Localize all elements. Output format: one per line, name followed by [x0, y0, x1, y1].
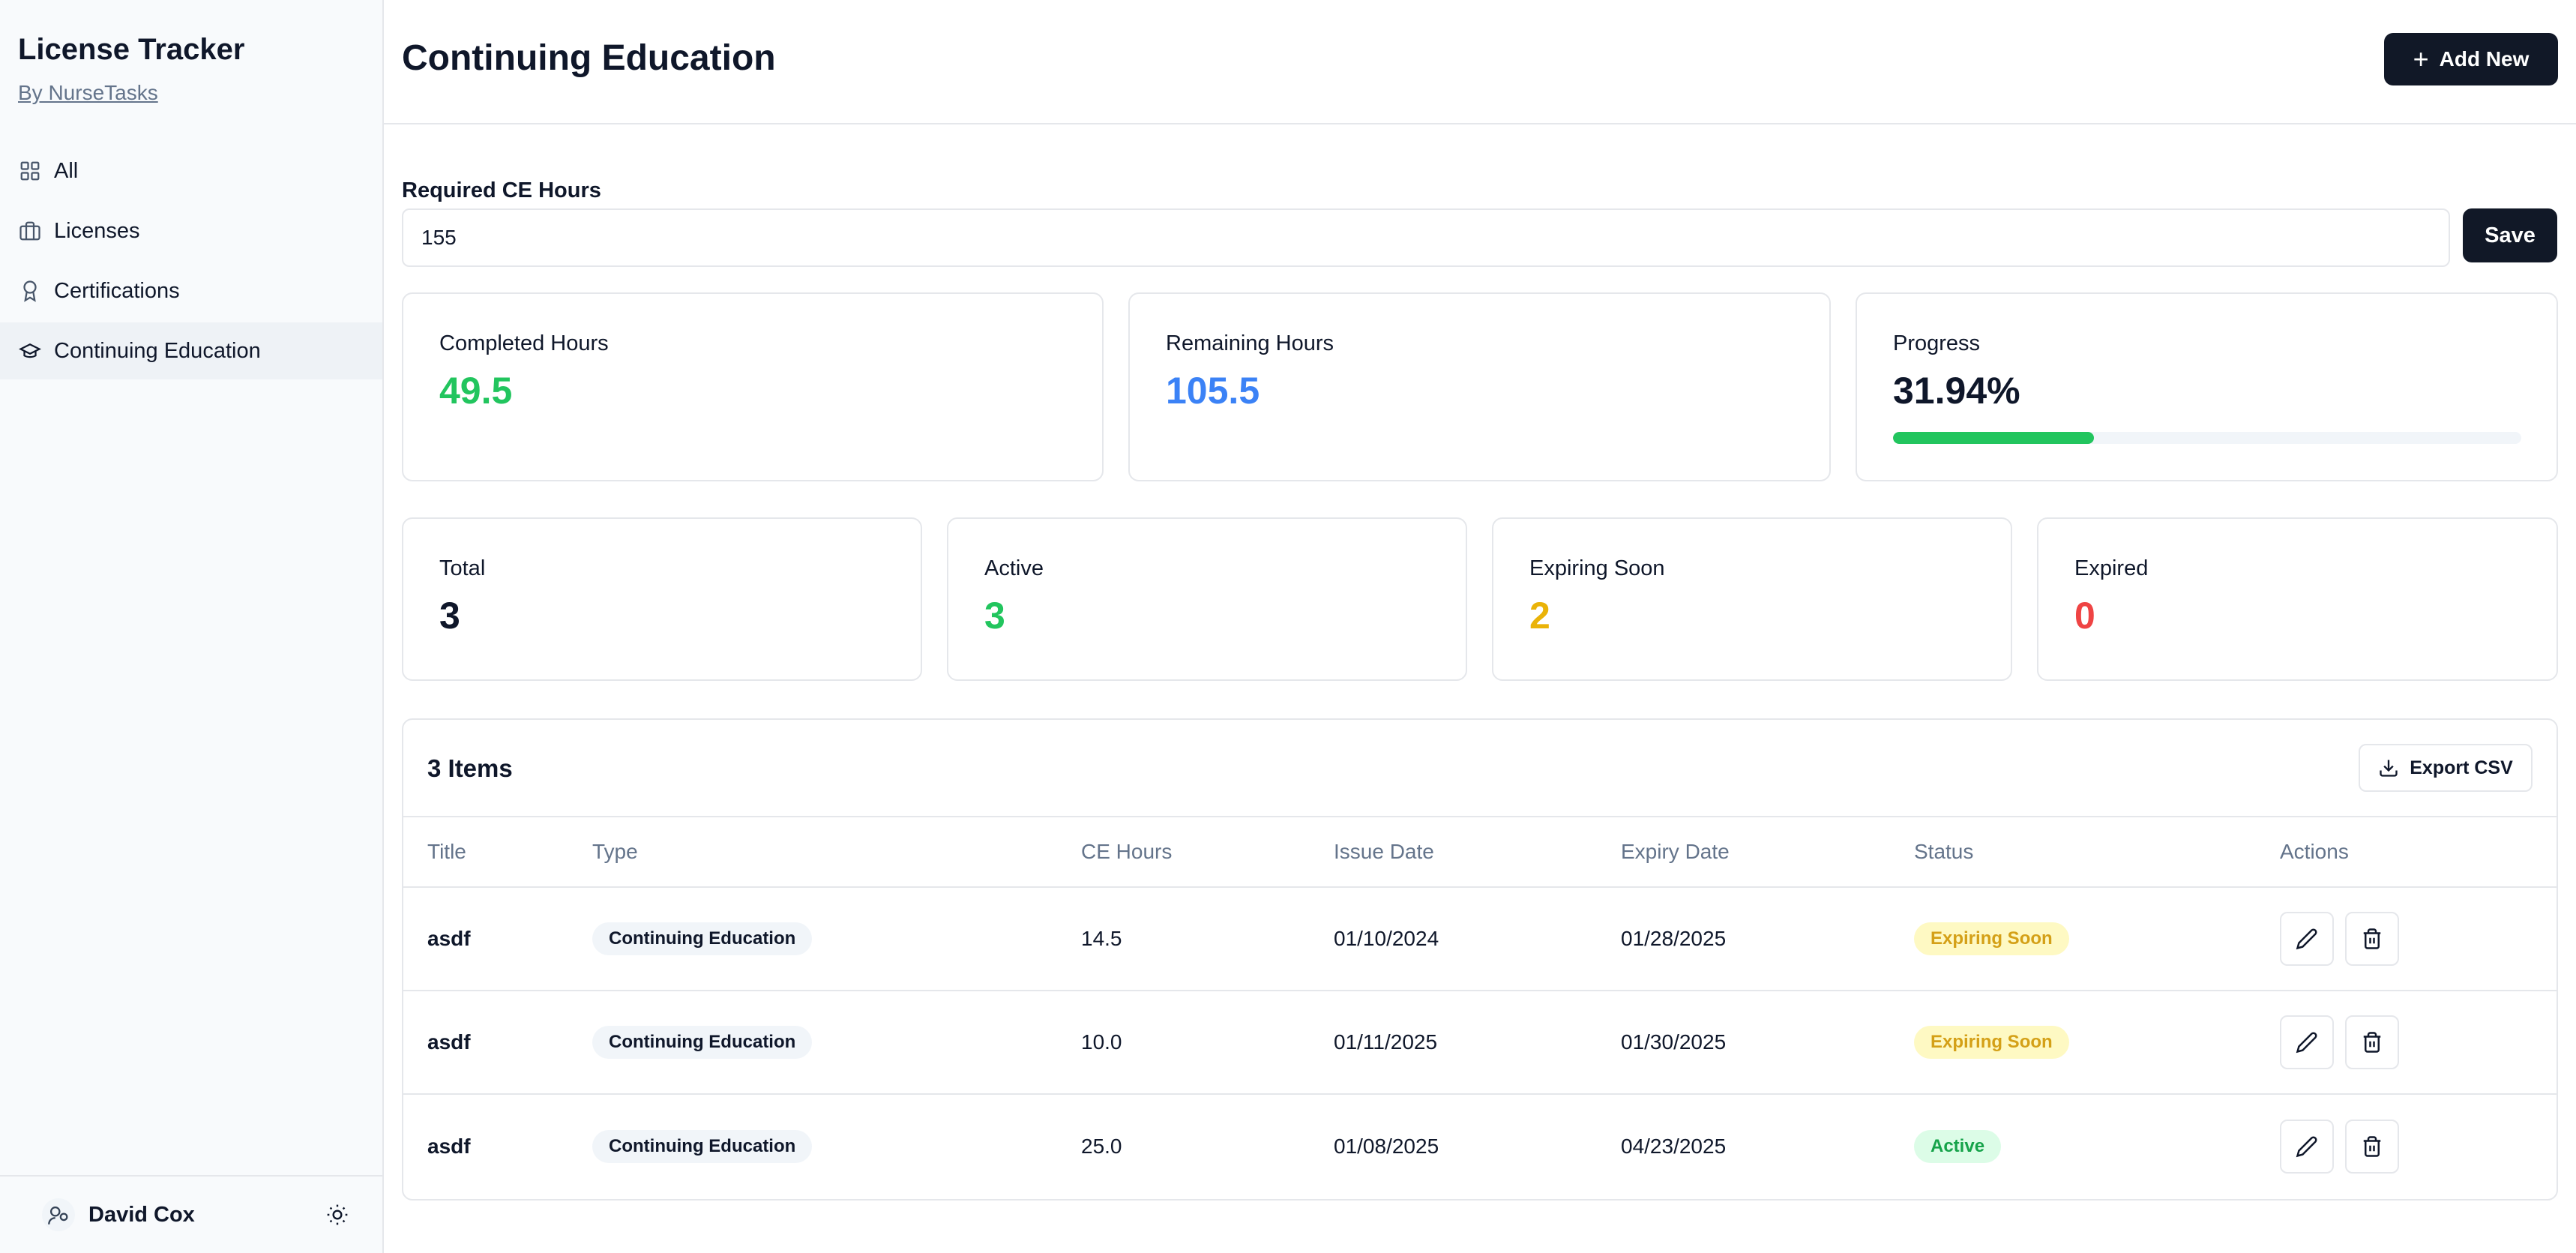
avatar[interactable] [42, 1198, 75, 1231]
progress-value: 31.94% [1893, 370, 2020, 412]
expiring-soon-card: Expiring Soon 2 [1492, 517, 2012, 681]
row-ce-hours: 25.0 [1081, 1135, 1122, 1158]
row-expiry-date: 01/28/2025 [1621, 927, 1727, 950]
row-expiry-date: 01/30/2025 [1621, 1030, 1727, 1054]
page-header: Continuing Education + Add New [384, 0, 2576, 124]
completed-hours-value: 49.5 [439, 370, 513, 412]
row-title: asdf [427, 1135, 471, 1158]
row-issue-date: 01/10/2024 [1334, 927, 1439, 950]
active-label: Active [984, 556, 1044, 580]
sidebar-item-label: All [54, 158, 79, 183]
sidebar-footer: David Cox [0, 1175, 382, 1253]
items-table-card: 3 Items Export CSV Title Type CE Hours I… [402, 718, 2558, 1201]
row-ce-hours: 10.0 [1081, 1030, 1122, 1054]
pencil-icon [2296, 928, 2317, 950]
column-header-issue-date[interactable]: Issue Date [1334, 840, 1434, 864]
edit-button[interactable] [2280, 1120, 2334, 1174]
expiring-soon-value: 2 [1529, 595, 1550, 637]
column-header-ce-hours[interactable]: CE Hours [1081, 840, 1172, 864]
sidebar-item-label: Continuing Education [54, 338, 261, 363]
remaining-hours-label: Remaining Hours [1166, 331, 1334, 355]
status-badge: Active [1914, 1130, 2002, 1163]
export-csv-label: Export CSV [2410, 757, 2513, 778]
sidebar-item-licenses[interactable]: Licenses [0, 202, 382, 259]
active-value: 3 [984, 595, 1005, 637]
pencil-icon [2296, 1136, 2317, 1158]
remaining-hours-card: Remaining Hours 105.5 [1128, 292, 1831, 481]
save-button[interactable]: Save [2463, 208, 2557, 262]
progress-card: Progress 31.94% [1856, 292, 2558, 481]
type-badge: Continuing Education [592, 922, 813, 955]
add-new-button[interactable]: + Add New [2384, 33, 2558, 85]
type-badge: Continuing Education [592, 1026, 813, 1059]
expired-value: 0 [2074, 595, 2095, 637]
edit-button[interactable] [2280, 1015, 2334, 1069]
user-name: David Cox [88, 1202, 195, 1227]
total-card: Total 3 [402, 517, 922, 681]
trash-icon [2363, 1032, 2381, 1053]
total-value: 3 [439, 595, 460, 637]
type-badge: Continuing Education [592, 1130, 813, 1163]
sun-icon[interactable] [322, 1200, 352, 1230]
table-row[interactable]: asdf Continuing Education 10.0 01/11/202… [403, 991, 2557, 1095]
table-header: Title Type CE Hours Issue Date Expiry Da… [403, 816, 2557, 888]
plus-icon: + [2413, 43, 2429, 74]
sidebar-item-label: Licenses [54, 218, 140, 243]
delete-button[interactable] [2345, 1015, 2399, 1069]
brand-link[interactable]: By NurseTasks [18, 81, 158, 105]
add-new-label: Add New [2439, 47, 2530, 70]
delete-button[interactable] [2345, 1120, 2399, 1174]
page-title: Continuing Education [402, 38, 776, 78]
trash-icon [2363, 928, 2381, 949]
sidebar-item-continuing-education[interactable]: Continuing Education [0, 322, 382, 379]
row-ce-hours: 14.5 [1081, 927, 1122, 950]
items-count-title: 3 Items [427, 754, 513, 782]
sidebar-nav: All Licenses Certifications Continuing E… [0, 142, 382, 382]
expired-card: Expired 0 [2037, 517, 2558, 681]
sidebar-item-all[interactable]: All [0, 142, 382, 199]
briefcase-icon [18, 219, 42, 243]
row-title: asdf [427, 927, 471, 950]
pencil-icon [2296, 1032, 2317, 1054]
progress-label: Progress [1893, 331, 1981, 355]
column-header-expiry-date[interactable]: Expiry Date [1621, 840, 1730, 864]
column-header-status[interactable]: Status [1914, 840, 1973, 864]
expiring-soon-label: Expiring Soon [1529, 556, 1665, 580]
row-issue-date: 01/11/2025 [1334, 1030, 1438, 1054]
completed-hours-label: Completed Hours [439, 331, 609, 355]
app-title: License Tracker [18, 33, 245, 66]
table-row[interactable]: asdf Continuing Education 25.0 01/08/202… [403, 1095, 2557, 1198]
progress-bar-fill [1893, 432, 2094, 444]
remaining-hours-value: 105.5 [1166, 370, 1260, 412]
download-icon [2380, 760, 2398, 777]
award-icon [18, 279, 42, 303]
grid-icon [18, 159, 42, 183]
export-csv-button[interactable]: Export CSV [2359, 744, 2533, 792]
status-badge: Expiring Soon [1914, 1026, 2069, 1059]
row-expiry-date: 04/23/2025 [1621, 1135, 1727, 1158]
sidebar-item-certifications[interactable]: Certifications [0, 262, 382, 319]
sidebar-item-label: Certifications [54, 278, 180, 303]
sidebar: License Tracker By NurseTasks All Licens… [0, 0, 384, 1253]
table-row[interactable]: asdf Continuing Education 14.5 01/10/202… [403, 888, 2557, 991]
required-ce-hours-label: Required CE Hours [402, 178, 601, 202]
expired-label: Expired [2074, 556, 2149, 580]
delete-button[interactable] [2345, 912, 2399, 966]
required-ce-hours-input[interactable] [402, 208, 2450, 267]
row-title: asdf [427, 1030, 471, 1054]
active-card: Active 3 [947, 517, 1467, 681]
total-label: Total [439, 556, 486, 580]
row-issue-date: 01/08/2025 [1334, 1135, 1439, 1158]
column-header-type[interactable]: Type [592, 840, 638, 864]
column-header-actions: Actions [2280, 840, 2349, 863]
edit-button[interactable] [2280, 912, 2334, 966]
status-badge: Expiring Soon [1914, 922, 2069, 955]
column-header-title[interactable]: Title [427, 840, 466, 864]
trash-icon [2363, 1136, 2381, 1157]
completed-hours-card: Completed Hours 49.5 [402, 292, 1104, 481]
graduation-cap-icon [18, 339, 42, 363]
progress-bar [1893, 432, 2521, 444]
